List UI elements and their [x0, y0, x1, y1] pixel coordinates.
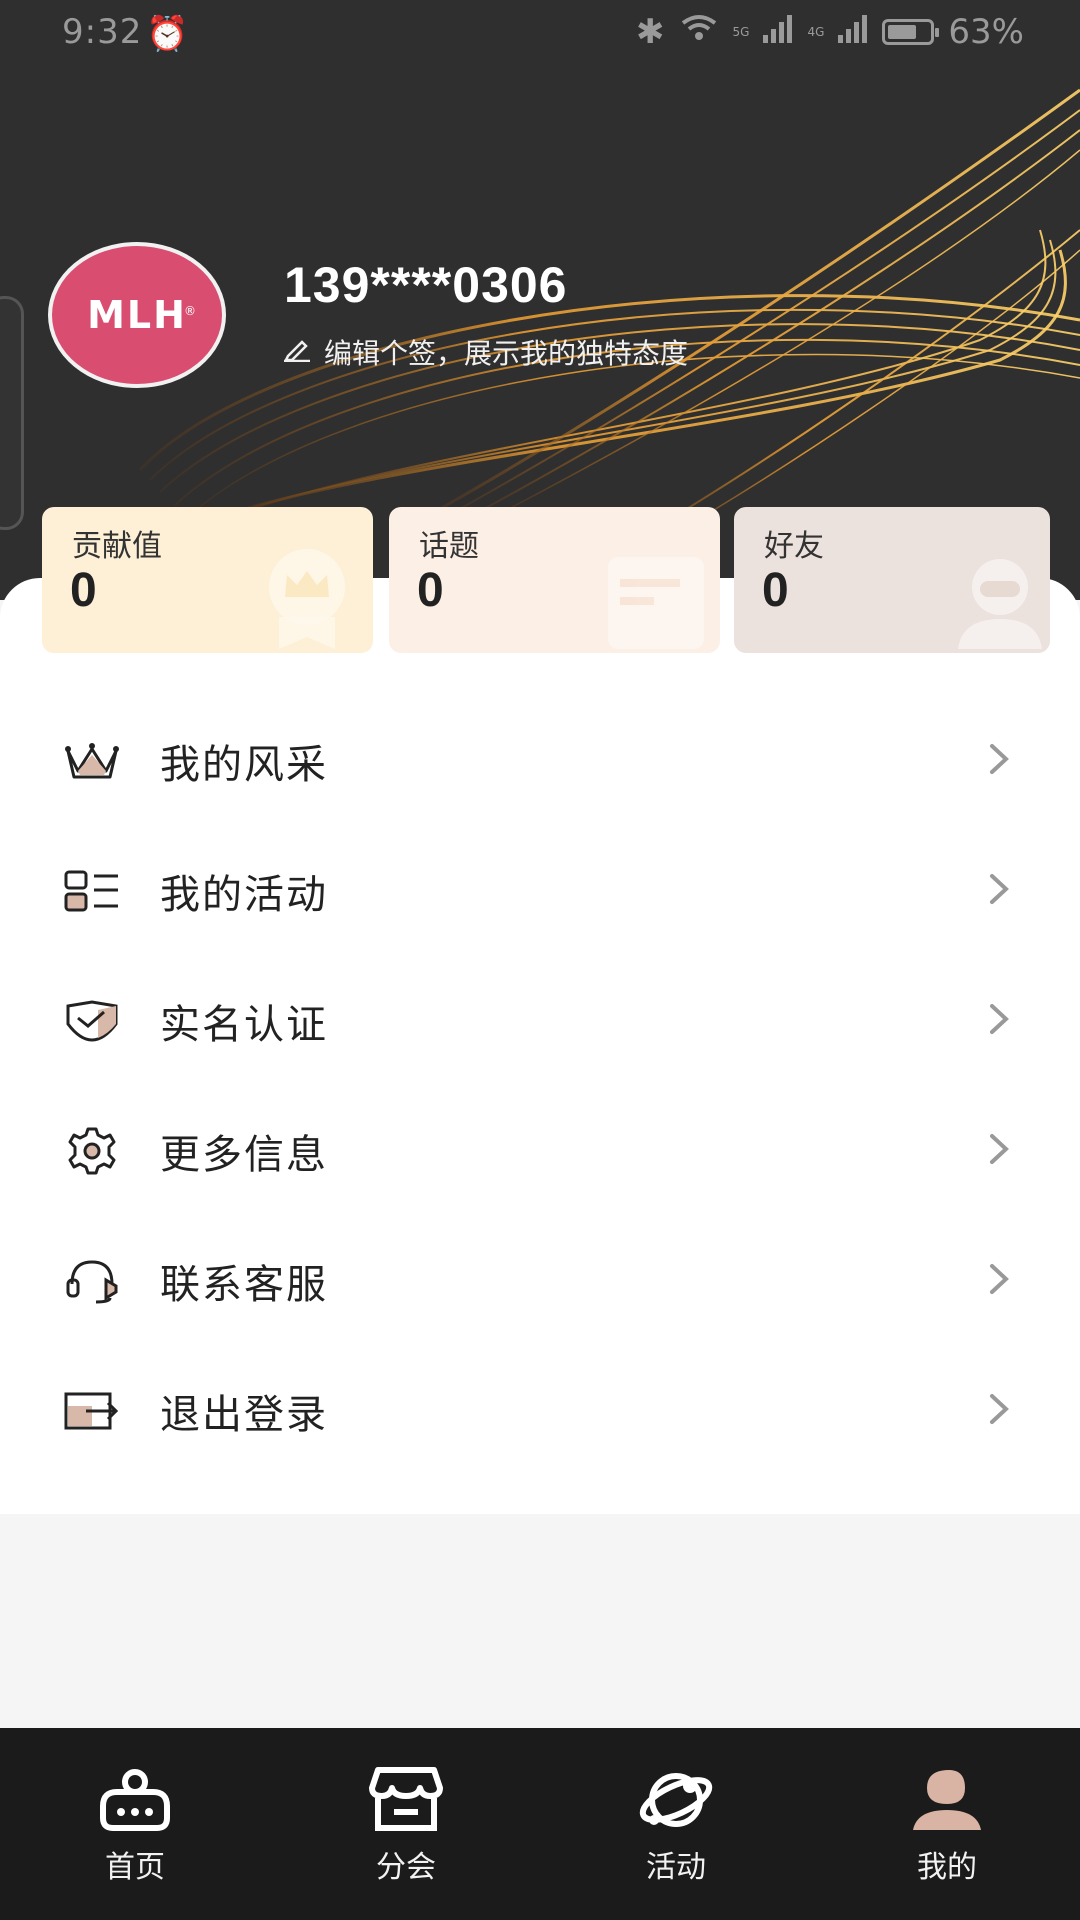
medal-icon — [257, 545, 357, 653]
bluetooth-icon: ✱ — [636, 12, 665, 52]
nav-tab-home[interactable]: 首页 — [60, 1746, 210, 1896]
side-drawer-handle[interactable] — [0, 296, 24, 530]
stats-row: 贡献值 0 话题 0 好友 0 — [42, 507, 1050, 653]
menu-item-label: 我的活动 — [160, 872, 328, 918]
stat-card-topics[interactable]: 话题 0 — [389, 507, 720, 653]
logout-icon — [64, 1383, 120, 1439]
signal-bars-icon — [763, 12, 793, 52]
stat-value: 0 — [70, 564, 97, 617]
stat-label: 话题 — [419, 529, 479, 564]
avatar-logo-text: MLH — [87, 293, 187, 337]
stat-label: 贡献值 — [72, 529, 162, 564]
edit-signature-link[interactable]: 编辑个签，展示我的独特态度 — [282, 332, 688, 372]
bottom-navigation: 首页 分会 活动 我的 — [0, 1728, 1080, 1920]
user-silhouette-icon — [950, 549, 1050, 653]
menu-item-label: 更多信息 — [160, 1132, 328, 1178]
user-icon — [872, 1746, 1022, 1832]
planet-icon — [601, 1746, 751, 1832]
status-time: 9:32 — [62, 12, 143, 52]
nav-tab-activities[interactable]: 活动 — [601, 1746, 751, 1896]
stat-card-friends[interactable]: 好友 0 — [734, 507, 1050, 653]
chevron-right-icon — [988, 872, 1010, 910]
chevron-right-icon — [988, 1392, 1010, 1430]
menu-item-real-name-verification[interactable]: 实名认证 — [0, 956, 1080, 1086]
signal-5g-icon: 5G — [732, 25, 750, 39]
stat-card-contribution[interactable]: 贡献值 0 — [42, 507, 373, 653]
alarm-icon: ⏰ — [146, 14, 189, 54]
avatar[interactable]: MLH ® — [48, 242, 226, 388]
chevron-right-icon — [988, 1262, 1010, 1300]
nav-label: 首页 — [105, 1850, 165, 1885]
shield-check-icon — [64, 993, 120, 1049]
menu-item-my-style[interactable]: 我的风采 — [0, 696, 1080, 826]
menu-item-label: 退出登录 — [160, 1392, 328, 1438]
document-icon — [604, 553, 704, 653]
stat-label: 好友 — [764, 529, 824, 564]
chevron-right-icon — [988, 1132, 1010, 1170]
chevron-right-icon — [988, 742, 1010, 780]
menu-item-label: 我的风采 — [160, 742, 328, 788]
signal-bars-icon — [838, 12, 868, 52]
pencil-icon — [282, 336, 312, 369]
menu-item-label: 实名认证 — [160, 1002, 328, 1048]
username: 139****0306 — [284, 257, 568, 313]
menu-item-logout[interactable]: 退出登录 — [0, 1346, 1080, 1476]
menu-item-my-activities[interactable]: 我的活动 — [0, 826, 1080, 956]
chevron-right-icon — [988, 1002, 1010, 1040]
signal-4g-icon: 4G — [807, 25, 825, 39]
nav-tab-branch[interactable]: 分会 — [331, 1746, 481, 1896]
battery-percent: 63% — [948, 12, 1024, 52]
menu-item-label: 联系客服 — [160, 1262, 328, 1308]
status-bar: 9:32 ⏰ ✱ 5G 4G 63% — [0, 0, 1080, 70]
gear-icon — [64, 1123, 120, 1179]
registered-mark: ® — [184, 304, 196, 318]
status-icons: ✱ 5G 4G 63% — [636, 12, 1024, 52]
nav-tab-mine[interactable]: 我的 — [872, 1746, 1022, 1896]
stat-value: 0 — [762, 564, 789, 617]
menu-item-customer-service[interactable]: 联系客服 — [0, 1216, 1080, 1346]
headset-icon — [64, 1253, 120, 1309]
nav-label: 我的 — [917, 1850, 977, 1885]
home-icon — [60, 1746, 210, 1832]
nav-label: 活动 — [646, 1850, 706, 1885]
nav-label: 分会 — [376, 1850, 436, 1885]
store-icon — [331, 1746, 481, 1832]
crown-icon — [64, 733, 120, 789]
list-icon — [64, 863, 120, 919]
signature-text: 编辑个签，展示我的独特态度 — [324, 337, 689, 370]
battery-icon — [882, 19, 940, 45]
menu-item-more-info[interactable]: 更多信息 — [0, 1086, 1080, 1216]
stat-value: 0 — [417, 564, 444, 617]
wifi-icon — [679, 12, 719, 52]
